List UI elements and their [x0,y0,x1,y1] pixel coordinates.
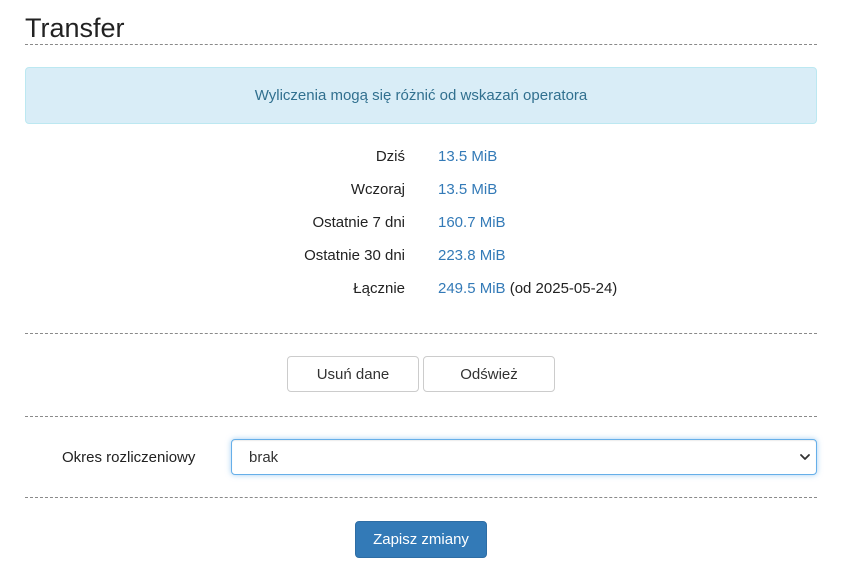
stat-row-yesterday: Wczoraj 13.5 MiB [25,173,817,206]
divider [25,416,817,417]
stat-value: 223.8 MiB [438,247,506,264]
stat-value: 13.5 MiB [438,181,498,198]
stat-row-total: Łącznie 249.5 MiB (od 2025-05-24) [25,272,817,305]
stat-row-today: Dziś 13.5 MiB [25,140,817,173]
stat-label: Ostatnie 30 dni [304,247,405,264]
stat-row-last-7-days: Ostatnie 7 dni 160.7 MiB [25,206,817,239]
alert-text: Wyliczenia mogą się różnić od wskazań op… [254,87,588,104]
page-title: Transfer [25,13,125,43]
divider [25,333,817,334]
stat-label: Ostatnie 7 dni [312,214,405,231]
billing-period-label: Okres rozliczeniowy [62,449,196,466]
save-changes-button[interactable]: Zapisz zmiany [355,521,487,558]
stat-label: Dziś [375,148,405,165]
stat-label: Łącznie [353,280,405,297]
divider [25,44,817,45]
stat-label: Wczoraj [350,181,405,198]
delete-data-button[interactable]: Usuń dane [287,356,419,392]
stat-row-last-30-days: Ostatnie 30 dni 223.8 MiB [25,239,817,272]
stat-value: 160.7 MiB [438,214,506,231]
stat-value: 249.5 MiB (od 2025-05-24) [438,280,618,297]
refresh-button[interactable]: Odśwież [423,356,555,392]
stat-value: 13.5 MiB [438,148,498,165]
chevron-down-icon [800,454,810,460]
transfer-page: Transfer Wyliczenia mogą się różnić od w… [0,0,850,588]
divider [25,497,817,498]
billing-period-select[interactable]: brak [231,439,817,475]
info-alert: Wyliczenia mogą się różnić od wskazań op… [25,67,817,124]
transfer-stats: Dziś 13.5 MiB Wczoraj 13.5 MiB Ostatnie … [25,140,817,305]
billing-period-value: brak [249,449,279,466]
